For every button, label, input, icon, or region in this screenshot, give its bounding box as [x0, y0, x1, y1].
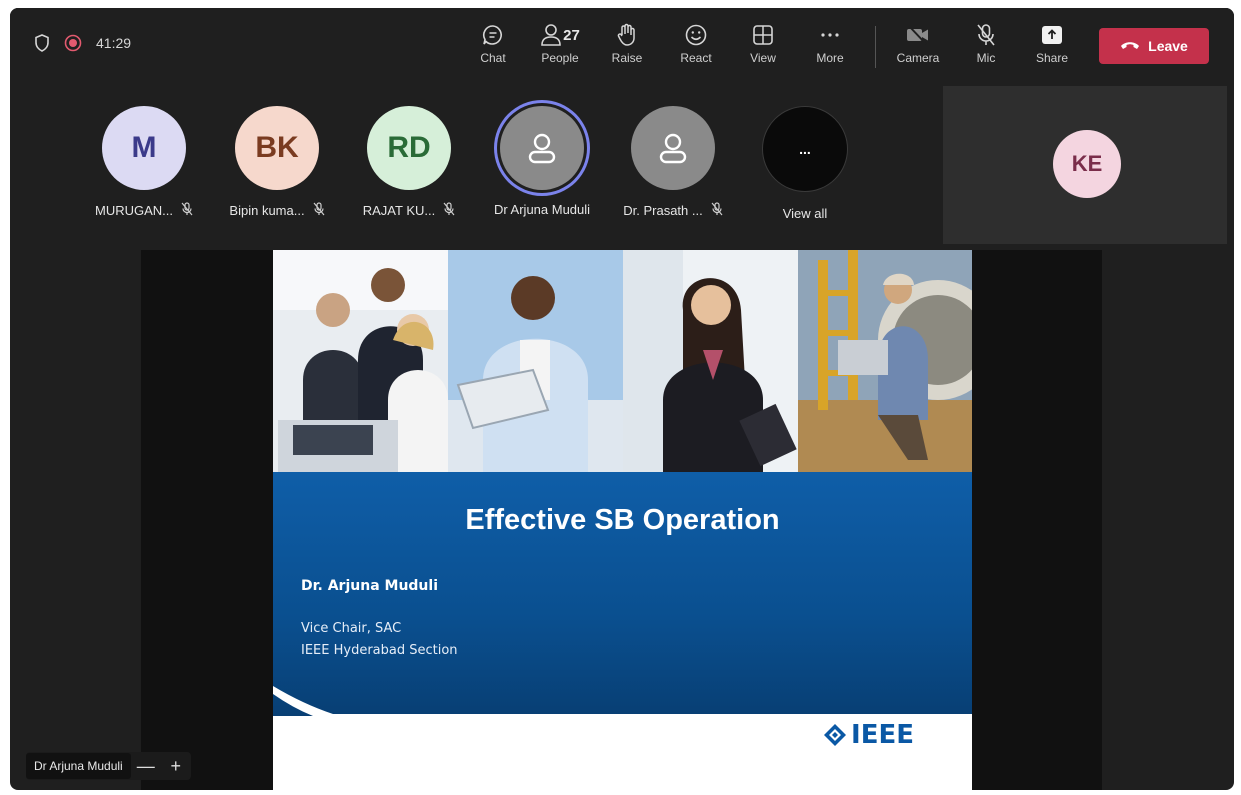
mic-label: Mic	[976, 51, 996, 65]
camera-off-icon	[890, 22, 946, 48]
participant-tile-speaking[interactable]: Dr Arjuna Muduli	[477, 106, 607, 217]
shared-screen-stage: Effective SB Operation Dr. Arjuna Muduli…	[141, 250, 1102, 790]
share-button[interactable]: Share	[1024, 22, 1080, 65]
mic-off-icon	[443, 202, 455, 219]
recording-icon	[64, 34, 82, 52]
react-label: React	[680, 51, 712, 65]
slide-photo-banner	[273, 250, 972, 472]
people-button[interactable]: 27 People	[532, 22, 588, 65]
meeting-timer: 41:29	[96, 35, 132, 51]
shield-icon[interactable]	[34, 34, 50, 52]
more-button[interactable]: More	[802, 22, 858, 65]
hand-icon	[599, 22, 655, 48]
chat-icon	[465, 22, 521, 48]
presenter-name-tag: Dr Arjuna Muduli — +	[26, 752, 191, 780]
avatar: KE	[1053, 130, 1121, 198]
avatar: RD	[367, 106, 451, 190]
man-with-tablet-photo	[448, 250, 623, 472]
mic-off-icon	[181, 202, 193, 219]
camera-label: Camera	[896, 51, 940, 65]
participant-name: Dr Arjuna Muduli	[493, 202, 591, 217]
ieee-logo-text: IEEE	[851, 720, 914, 750]
slide-affiliation-line: IEEE Hyderabad Section	[301, 643, 458, 658]
participant-tile[interactable]: M MURUGAN...	[79, 106, 209, 219]
smiley-icon	[668, 22, 724, 48]
people-icon: 27	[532, 22, 588, 48]
mic-off-icon	[711, 202, 723, 219]
participant-tile[interactable]: Dr. Prasath ...	[608, 106, 738, 219]
view-label: View	[750, 51, 776, 65]
participant-name: MURUGAN...	[95, 203, 173, 218]
business-team-photo	[273, 250, 448, 472]
participant-name: Dr. Prasath ...	[623, 203, 703, 218]
mic-off-icon	[313, 202, 325, 219]
leave-button[interactable]: Leave	[1099, 28, 1209, 64]
slide-presenter-name: Dr. Arjuna Muduli	[301, 578, 438, 594]
meeting-toolbar: 41:29 Chat 27 People Raise React View Mo…	[10, 8, 1234, 84]
participant-tile[interactable]: BK Bipin kuma...	[212, 106, 342, 219]
zoom-out-button[interactable]: —	[131, 756, 161, 777]
ieee-logo: IEEE	[823, 720, 914, 750]
participant-video-tile[interactable]: KE	[943, 86, 1227, 244]
ellipsis-icon: ...	[762, 106, 848, 192]
toolbar-divider	[875, 26, 876, 68]
chat-button[interactable]: Chat	[465, 22, 521, 65]
slide-role-line: Vice Chair, SAC	[301, 621, 402, 636]
camera-button[interactable]: Camera	[890, 22, 946, 65]
mic-off-icon	[958, 22, 1014, 48]
meeting-info: 41:29	[34, 34, 131, 52]
participant-tile[interactable]: RD RAJAT KU...	[344, 106, 474, 219]
share-icon	[1024, 22, 1080, 48]
leave-label: Leave	[1148, 38, 1188, 54]
slide-title-band: Effective SB Operation Dr. Arjuna Muduli…	[273, 472, 972, 716]
avatar: M	[102, 106, 186, 190]
grid-icon	[735, 22, 791, 48]
slide-swoosh	[273, 686, 972, 716]
zoom-in-button[interactable]: +	[161, 756, 191, 777]
view-all-button[interactable]: ... View all	[740, 106, 870, 221]
raise-label: Raise	[611, 51, 643, 65]
avatar-placeholder	[631, 106, 715, 190]
raise-hand-button[interactable]: Raise	[599, 22, 655, 65]
more-label: More	[816, 51, 844, 65]
avatar: BK	[235, 106, 319, 190]
presentation-slide: Effective SB Operation Dr. Arjuna Muduli…	[273, 250, 972, 790]
share-label: Share	[1035, 51, 1069, 65]
participant-strip: M MURUGAN... BK Bipin kuma... RD RAJAT K…	[10, 84, 940, 244]
woman-on-phone-photo	[623, 250, 798, 472]
ellipsis-icon	[802, 22, 858, 48]
slide-title: Effective SB Operation	[465, 504, 780, 536]
person-icon	[659, 133, 687, 164]
participant-name: RAJAT KU...	[362, 203, 436, 218]
view-button[interactable]: View	[735, 22, 791, 65]
field-worker-photo	[798, 250, 972, 472]
mic-button[interactable]: Mic	[958, 22, 1014, 65]
phone-hangup-icon	[1120, 38, 1140, 54]
view-all-label: View all	[782, 206, 828, 221]
person-icon	[528, 133, 556, 164]
people-count: 27	[563, 26, 580, 44]
participant-name: Bipin kuma...	[229, 203, 305, 218]
chat-label: Chat	[480, 51, 506, 65]
react-button[interactable]: React	[668, 22, 724, 65]
teams-meeting-window: 41:29 Chat 27 People Raise React View Mo…	[10, 8, 1234, 790]
ieee-diamond-icon	[824, 724, 847, 746]
people-label: People	[541, 51, 579, 65]
avatar-placeholder	[500, 106, 584, 190]
presenter-name: Dr Arjuna Muduli	[26, 753, 131, 779]
